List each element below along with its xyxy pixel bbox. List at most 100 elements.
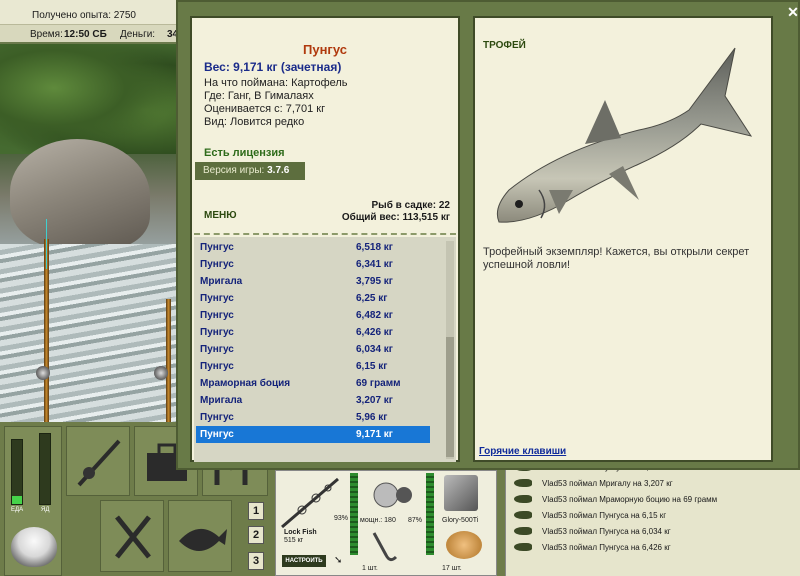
divider — [194, 233, 456, 235]
line-spool-icon[interactable] — [444, 475, 478, 511]
experience-label: Получено опыта: 2750 — [32, 10, 136, 21]
rated-from: Оценивается с: 7,701 кг — [204, 103, 326, 115]
rod-setup-icon — [281, 477, 339, 529]
log-entry: Vlad53 поймал Пунгуса на 6,15 кг — [514, 509, 794, 523]
rod-name: Lock Fish — [284, 529, 317, 536]
catch-fish-weight: 3,795 кг — [356, 276, 393, 287]
poison-gauge-label: ЯД — [41, 507, 50, 513]
list-item[interactable]: Мригала 3,795 кг — [196, 273, 430, 290]
fish-image — [496, 47, 753, 223]
fish-icon — [514, 495, 532, 503]
catch-fish-weight: 6,482 кг — [356, 310, 393, 321]
log-text: Vlad53 поймал Мригалу на 3,207 кг — [542, 479, 673, 488]
fish-icon — [514, 479, 532, 487]
version-label: Версия игры: — [203, 165, 265, 176]
reel-icon[interactable] — [366, 473, 420, 513]
catch-fish-weight: 6,341 кг — [356, 259, 393, 270]
version-value: 3.7.6 — [267, 165, 290, 176]
list-item[interactable]: Пунгус 6,518 кг — [196, 239, 430, 256]
fish-cage-button[interactable] — [168, 500, 232, 572]
time-value: 12:50 СБ — [64, 29, 107, 40]
cage-count: Рыб в садке: 22 — [371, 200, 450, 211]
list-item[interactable]: Пунгус 6,15 кг — [196, 358, 430, 375]
rod-wear-bar — [350, 473, 358, 555]
catch-fish-name: Пунгус — [200, 310, 234, 321]
cage-total-weight: Общий вес: 113,515 кг — [341, 212, 450, 223]
catch-fish-weight: 6,15 кг — [356, 361, 388, 372]
food-gauge-label: ЕДА — [11, 507, 24, 513]
list-item[interactable]: Мригала 3,207 кг — [196, 392, 430, 409]
list-item[interactable]: Мраморная боция 69 грамм — [196, 375, 430, 392]
hook-count: 1 шт. — [362, 565, 378, 572]
log-text: Vlad53 поймал Пунгуса на 6,426 кг — [542, 543, 671, 552]
log-text: Vlad53 поймал Пунгуса на 6,15 кг — [542, 511, 667, 520]
fishing-scene[interactable] — [0, 44, 180, 422]
fishing-rod-2[interactable] — [166, 299, 171, 422]
close-icon[interactable]: ✕ — [785, 4, 800, 20]
rod-tab-1[interactable]: 1 — [248, 502, 264, 520]
tackle-panel: Lock Fish 515 кг 93% НАСТРОИТЬ ➘ мощн.: … — [275, 470, 497, 576]
log-text: Vlad53 поймал Пунгуса на 6,034 кг — [542, 527, 671, 536]
trophy-panel: ТРОФЕЙ Трофейный экземпляр! Кажется, вы … — [473, 16, 773, 462]
river-water — [0, 244, 180, 422]
hook-icon[interactable] — [366, 527, 402, 565]
list-item[interactable]: Пунгус 6,25 кг — [196, 290, 430, 307]
rod-line: 515 кг — [284, 537, 304, 544]
reel-name: Glory-500Ti — [442, 517, 479, 524]
hotkeys-link[interactable]: Горячие клавиши — [479, 446, 566, 457]
catch-fish-weight: 6,034 кг — [356, 344, 393, 355]
bait-icon[interactable] — [446, 531, 482, 559]
log-entry: Vlad53 поймал Мригалу на 3,207 кг — [514, 477, 794, 491]
catch-fish-name: Пунгус — [200, 259, 234, 270]
rod-tab-2[interactable]: 2 — [248, 526, 264, 544]
fish-icon — [179, 528, 227, 551]
food-button[interactable] — [100, 500, 164, 572]
bait-count: 17 шт. — [442, 565, 462, 572]
game-version: Версия игры: 3.7.6 — [195, 162, 305, 180]
poison-gauge — [39, 433, 51, 505]
list-scrollbar[interactable] — [446, 241, 454, 459]
catch-fish-weight: 5,96 кг — [356, 412, 388, 423]
list-item[interactable]: Пунгус 5,96 кг — [196, 409, 430, 426]
list-item[interactable]: Пунгус 6,341 кг — [196, 256, 430, 273]
rod-tab-3[interactable]: 3 — [248, 552, 264, 570]
catch-fish-name: Пунгус — [200, 327, 234, 338]
list-item[interactable]: Пунгус 6,034 кг — [196, 341, 430, 358]
bait-bowl-icon[interactable] — [11, 527, 57, 567]
rod-percent: 93% — [334, 515, 349, 522]
reel-percent: 87% — [408, 517, 423, 524]
fish-weight: Вес: 9,171 кг (зачетная) — [204, 60, 342, 74]
caught-on: На что поймана: Картофель — [204, 77, 348, 89]
list-item[interactable]: Пунгус 6,482 кг — [196, 307, 430, 324]
food-gauge — [11, 439, 23, 505]
list-item[interactable]: Пунгус 9,171 кг — [196, 426, 430, 443]
list-item[interactable]: Пунгус 6,426 кг — [196, 324, 430, 341]
catch-fish-name: Мригала — [200, 276, 243, 287]
reel-1-icon — [36, 366, 50, 380]
menu-button[interactable]: МЕНЮ — [204, 210, 237, 221]
catch-list[interactable]: Пунгус 6,518 кг Пунгус 6,341 кг Мригала 3,795… — [194, 237, 456, 462]
fish-details-panel: Пунгус Вес: 9,171 кг (зачетная) На что п… — [190, 16, 460, 462]
catch-fish-name: Мраморная боция — [200, 378, 291, 389]
cage-summary: Рыб в садке: 22 Общий вес: 113,515 кг — [342, 200, 450, 224]
trophy-message: Трофейный экземпляр! Кажется, вы открыли… — [483, 246, 750, 271]
fishing-line — [46, 219, 47, 269]
catch-fish-name: Пунгус — [200, 412, 234, 423]
catch-fish-name: Пунгус — [200, 344, 234, 355]
fish-icon — [514, 543, 532, 551]
scrollbar-thumb[interactable] — [446, 337, 454, 457]
log-text: Vlad53 поймал Мраморную боцию на 69 грам… — [542, 495, 718, 504]
rods-button[interactable] — [66, 426, 130, 496]
catch-fish-weight: 69 грамм — [356, 378, 401, 389]
catch-fish-weight: 6,518 кг — [356, 242, 393, 253]
fish-info-dialog: ✕ Пунгус Вес: 9,171 кг (зачетная) На что… — [176, 0, 800, 470]
money-label: Деньги: — [120, 29, 156, 40]
log-entry: Vlad53 поймал Мраморную боцию на 69 грам… — [514, 493, 794, 507]
river-rock — [10, 139, 150, 249]
catch-fish-weight: 6,25 кг — [356, 293, 388, 304]
gauges-panel: ЕДА ЯД — [4, 426, 62, 576]
setup-button[interactable]: НАСТРОИТЬ — [282, 555, 326, 567]
license-status: Есть лицензия — [204, 147, 285, 159]
catch-fish-name: Пунгус — [200, 361, 234, 372]
forest-background — [0, 44, 180, 154]
